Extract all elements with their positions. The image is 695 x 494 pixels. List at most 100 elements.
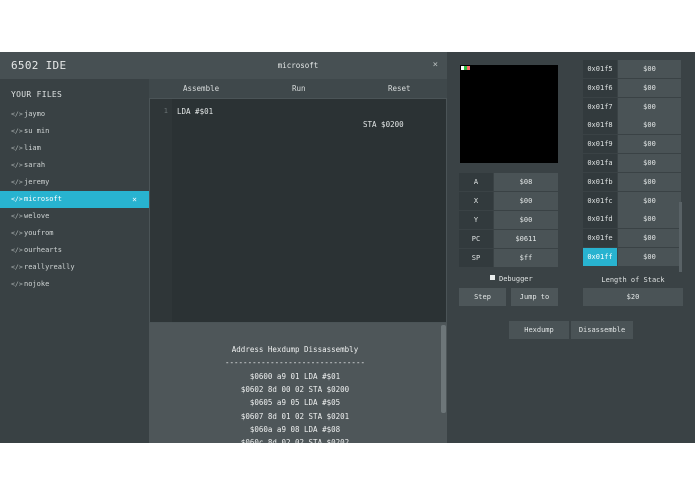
stack-length-label: Length of Stack: [601, 276, 665, 284]
sidebar-file-item[interactable]: </>su min: [0, 123, 149, 140]
ide-window: 6502 IDE YOUR FILES </>jaymo </>su min </>…: [0, 52, 695, 443]
code-file-icon: </>: [11, 229, 23, 237]
stack-address: 0x01fb: [583, 172, 617, 191]
code-line[interactable]: LDA #$01: [177, 107, 213, 116]
stack-address: 0x01fa: [583, 154, 617, 172]
code-file-icon: </>: [11, 280, 23, 288]
stack-row[interactable]: 0x01f6 $00: [583, 78, 681, 97]
register-row: Y $00: [459, 211, 558, 229]
register-name: SP: [459, 249, 493, 267]
sidebar-file-label: su min: [24, 127, 50, 135]
sidebar-file-item[interactable]: </>jeremy: [0, 174, 149, 191]
stack-row[interactable]: 0x01f9 $00: [583, 135, 681, 154]
sidebar-file-label: nojoke: [24, 280, 50, 288]
stack-row[interactable]: 0x01fa $00: [583, 154, 681, 172]
disassembly-line: $0607 8d 01 02 STA $0201: [240, 411, 350, 421]
debugger-toggle[interactable]: Debugger: [490, 274, 533, 284]
sidebar-file-item[interactable]: </>sarah: [0, 157, 149, 174]
stack-value: $00: [618, 172, 681, 191]
assemble-button[interactable]: Assemble: [183, 79, 219, 98]
close-tab-icon[interactable]: ×: [433, 52, 438, 79]
code-file-icon: </>: [11, 212, 23, 220]
stack-value: $00: [618, 135, 681, 154]
stack-address: 0x01fd: [583, 210, 617, 229]
disassembly-line: $0602 8d 00 02 STA $0200: [240, 385, 350, 395]
debugger-checkbox[interactable]: [490, 275, 495, 280]
sidebar-file-item[interactable]: </>ourhearts: [0, 242, 149, 259]
register-row: X $00: [459, 192, 558, 210]
code-file-icon: </>: [11, 263, 23, 271]
stack-length-value: $20: [583, 288, 683, 306]
code-file-icon: </>: [11, 195, 23, 203]
code-file-icon: </>: [11, 161, 23, 169]
register-value: $0611: [494, 230, 558, 248]
register-row: PC $0611: [459, 230, 558, 248]
stack-row[interactable]: 0x01fc $00: [583, 191, 681, 210]
register-value: $08: [494, 173, 558, 191]
stack-value: $00: [618, 97, 681, 116]
sidebar-file-item[interactable]: </>liam: [0, 140, 149, 157]
sidebar-file-label: youfrom: [24, 229, 54, 237]
register-row: A $08: [459, 173, 558, 191]
reset-button[interactable]: Reset: [388, 79, 411, 98]
hexdump-button[interactable]: Hexdump: [509, 321, 569, 339]
stack-address: 0x01f8: [583, 116, 617, 135]
code-editor[interactable]: 1 LDA #$01 STA $0200: [149, 98, 447, 323]
editor-tab[interactable]: microsoft ×: [149, 52, 447, 79]
stack-value: $00: [618, 248, 681, 266]
sidebar-file-item[interactable]: </>reallyreally: [0, 259, 149, 276]
register-name: PC: [459, 230, 493, 248]
stack-value: $00: [618, 116, 681, 135]
stack-row[interactable]: 0x01fb $00: [583, 172, 681, 191]
stack-row[interactable]: 0x01ff $00: [583, 248, 681, 266]
stack-value: $00: [618, 154, 681, 172]
stack-row[interactable]: 0x01f8 $00: [583, 116, 681, 135]
file-list: </>jaymo </>su min </>liam </>sarah </>jerem…: [0, 106, 149, 293]
stack-address: 0x01fc: [583, 191, 617, 210]
stack-row[interactable]: 0x01f5 $00: [583, 60, 681, 78]
sidebar-file-label: jeremy: [24, 178, 50, 186]
sidebar-file-item[interactable]: </>jaymo: [0, 106, 149, 123]
sidebar-file-label: jaymo: [24, 110, 46, 118]
stack-scrollbar[interactable]: [679, 202, 682, 272]
code-line[interactable]: STA $0200: [363, 120, 404, 129]
disassembly-header: Address Hexdump Dissassembly: [231, 345, 359, 354]
stack-row[interactable]: 0x01fe $00: [583, 229, 681, 248]
stack-value: $00: [618, 229, 681, 248]
register-value: $00: [494, 192, 558, 210]
stack-value: $00: [618, 191, 681, 210]
display-screen: [460, 65, 558, 163]
line-gutter: 1: [150, 99, 172, 322]
sidebar-file-item[interactable]: </>youfrom: [0, 225, 149, 242]
run-button[interactable]: Run: [292, 79, 306, 98]
sidebar-file-item[interactable]: </>welove: [0, 208, 149, 225]
stack-table: 0x01f5 $00 0x01f6 $00 0x01f7 $00 0x01f8 $00 0x01…: [583, 60, 681, 271]
step-button[interactable]: Step: [459, 288, 506, 306]
disassembly-line: $060c 8d 02 02 STA $0202: [240, 438, 350, 443]
sidebar-file-item[interactable]: </>microsoft ×: [0, 191, 149, 208]
stack-value: $00: [618, 78, 681, 97]
code-file-icon: </>: [11, 178, 23, 186]
disassembly-panel: Address Hexdump Dissassembly -----------…: [149, 323, 447, 443]
stack-row[interactable]: 0x01f7 $00: [583, 97, 681, 116]
editor-actions: Assemble Run Reset: [149, 79, 447, 98]
jump-to-button[interactable]: Jump to: [511, 288, 558, 306]
stack-address: 0x01f7: [583, 97, 617, 116]
sidebar-file-label: reallyreally: [24, 263, 75, 271]
files-heading: YOUR FILES: [11, 90, 63, 99]
disassembly-scrollbar[interactable]: [441, 325, 446, 413]
line-number: 1: [163, 107, 168, 115]
stack-address: 0x01f6: [583, 78, 617, 97]
disassemble-button[interactable]: Disassemble: [571, 321, 633, 339]
sidebar-file-label: liam: [24, 144, 41, 152]
code-file-icon: </>: [11, 127, 23, 135]
app-title: 6502 IDE: [0, 52, 149, 79]
debugger-label: Debugger: [499, 275, 533, 283]
sidebar-file-item[interactable]: </>nojoke: [0, 276, 149, 293]
disassembly-line: $0600 a9 01 LDA #$01: [249, 372, 341, 381]
close-file-icon[interactable]: ×: [132, 191, 137, 208]
stack-row[interactable]: 0x01fd $00: [583, 210, 681, 229]
stack-address: 0x01fe: [583, 229, 617, 248]
stack-value: $00: [618, 60, 681, 78]
register-row: SP $ff: [459, 249, 558, 267]
